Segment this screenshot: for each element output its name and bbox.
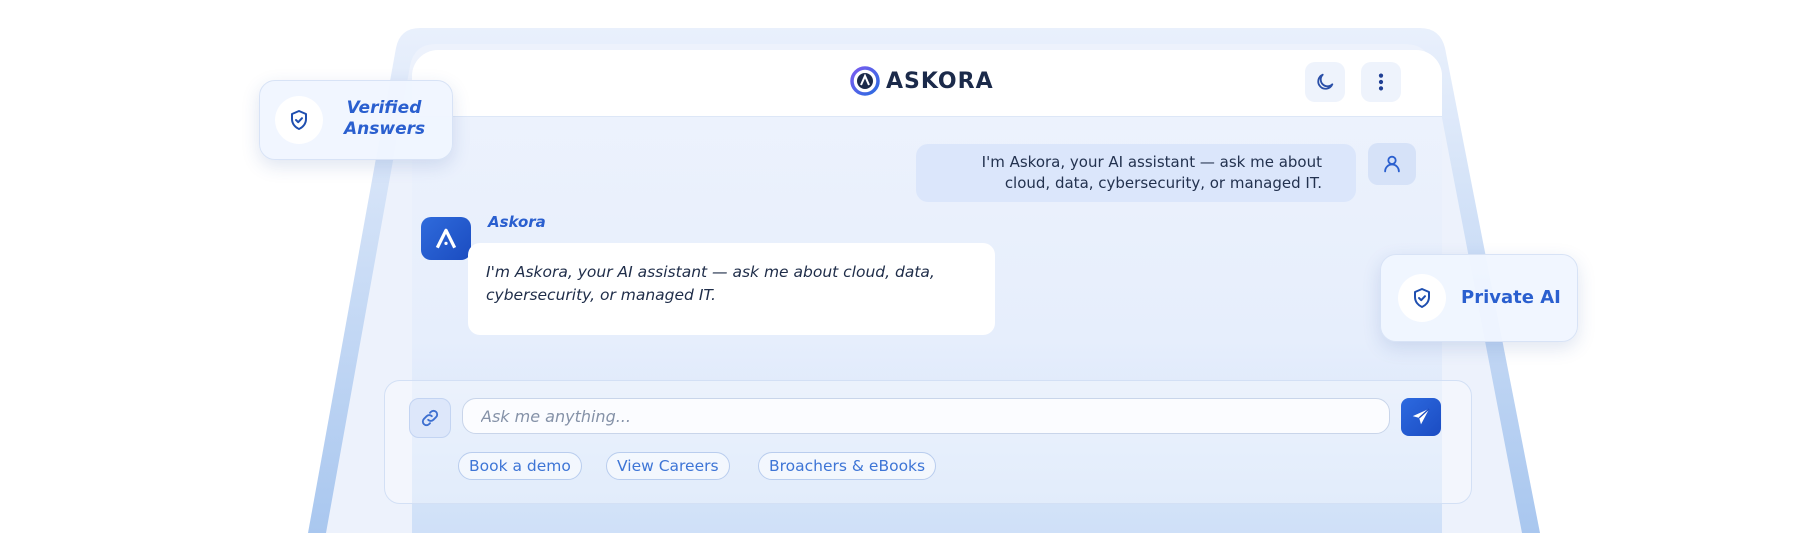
chip-brochures-ebooks[interactable]: Broachers & eBooks (758, 452, 937, 480)
verified-line1: Verified (346, 98, 422, 118)
badge-icon-holder (1398, 274, 1446, 322)
shield-check-icon (1414, 288, 1430, 308)
message-input[interactable] (462, 398, 1390, 434)
private-ai-label: Private AI (1461, 287, 1561, 308)
moon-icon (1317, 73, 1334, 90)
send-icon (1412, 408, 1430, 425)
user-icon (1384, 155, 1400, 173)
bot-avatar (421, 217, 471, 260)
brand-name: ASKORA (886, 68, 994, 94)
user-message-bubble: I'm Askora, your AI assistant — ask me a… (916, 144, 1356, 202)
bot-name: Askora (488, 213, 546, 231)
chip-view-careers[interactable]: View Careers (606, 452, 730, 480)
askora-a-icon (435, 228, 457, 248)
brand-logo: ASKORA (850, 66, 994, 96)
shield-check-icon (291, 110, 307, 130)
verified-answers-label: Verified Answers (344, 98, 426, 140)
more-options-button[interactable] (1361, 62, 1401, 102)
askora-logo-icon (850, 66, 880, 96)
theme-toggle-button[interactable] (1305, 62, 1345, 102)
attach-button[interactable] (409, 398, 451, 438)
link-icon (421, 409, 439, 427)
verified-line2: Answers (344, 119, 426, 139)
user-avatar (1368, 143, 1416, 185)
badge-icon-holder (275, 96, 323, 144)
bot-message-bubble: I'm Askora, your AI assistant — ask me a… (468, 243, 995, 335)
chip-book-demo[interactable]: Book a demo (458, 452, 582, 480)
send-button[interactable] (1401, 398, 1441, 436)
more-vertical-icon (1378, 73, 1384, 91)
